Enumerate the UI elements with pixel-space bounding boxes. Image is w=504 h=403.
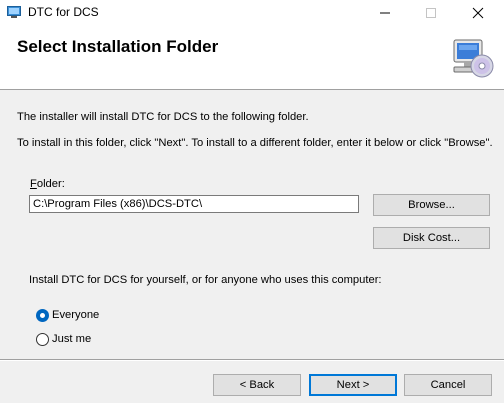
footer-divider-highlight bbox=[0, 360, 504, 361]
info-text-2: To install in this folder, click "Next".… bbox=[17, 137, 493, 149]
folder-path-input[interactable]: C:\Program Files (x86)\DCS-DTC\ bbox=[29, 195, 359, 213]
back-button[interactable]: < Back bbox=[213, 374, 301, 396]
disk-cost-button[interactable]: Disk Cost... bbox=[373, 227, 490, 249]
page-title: Select Installation Folder bbox=[17, 37, 219, 56]
installer-window: DTC for DCS Select Installation Folder T… bbox=[0, 0, 504, 403]
maximize-button bbox=[408, 0, 454, 26]
folder-label-accelerator: F bbox=[30, 178, 37, 190]
everyone-radio[interactable] bbox=[36, 309, 49, 322]
installer-icon bbox=[7, 6, 21, 19]
info-text-1: The installer will install DTC for DCS t… bbox=[17, 111, 309, 123]
folder-label-rest: older: bbox=[36, 178, 65, 190]
next-button[interactable]: Next > bbox=[309, 374, 397, 396]
title-bar[interactable]: DTC for DCS bbox=[0, 0, 504, 26]
computer-cd-icon bbox=[446, 36, 494, 80]
close-icon bbox=[472, 7, 484, 19]
window-title: DTC for DCS bbox=[28, 5, 99, 19]
folder-label: Folder: bbox=[30, 178, 65, 190]
install-for-prompt: Install DTC for DCS for yourself, or for… bbox=[29, 274, 382, 286]
browse-button[interactable]: Browse... bbox=[373, 194, 490, 216]
close-button[interactable] bbox=[455, 0, 501, 26]
cancel-button[interactable]: Cancel bbox=[404, 374, 492, 396]
minimize-icon bbox=[380, 12, 390, 14]
header-banner: Select Installation Folder bbox=[0, 26, 504, 90]
just-me-label[interactable]: Just me bbox=[52, 333, 91, 345]
minimize-button[interactable] bbox=[362, 0, 408, 26]
maximize-icon bbox=[426, 8, 436, 18]
just-me-radio[interactable] bbox=[36, 333, 49, 346]
everyone-label[interactable]: Everyone bbox=[52, 309, 99, 321]
